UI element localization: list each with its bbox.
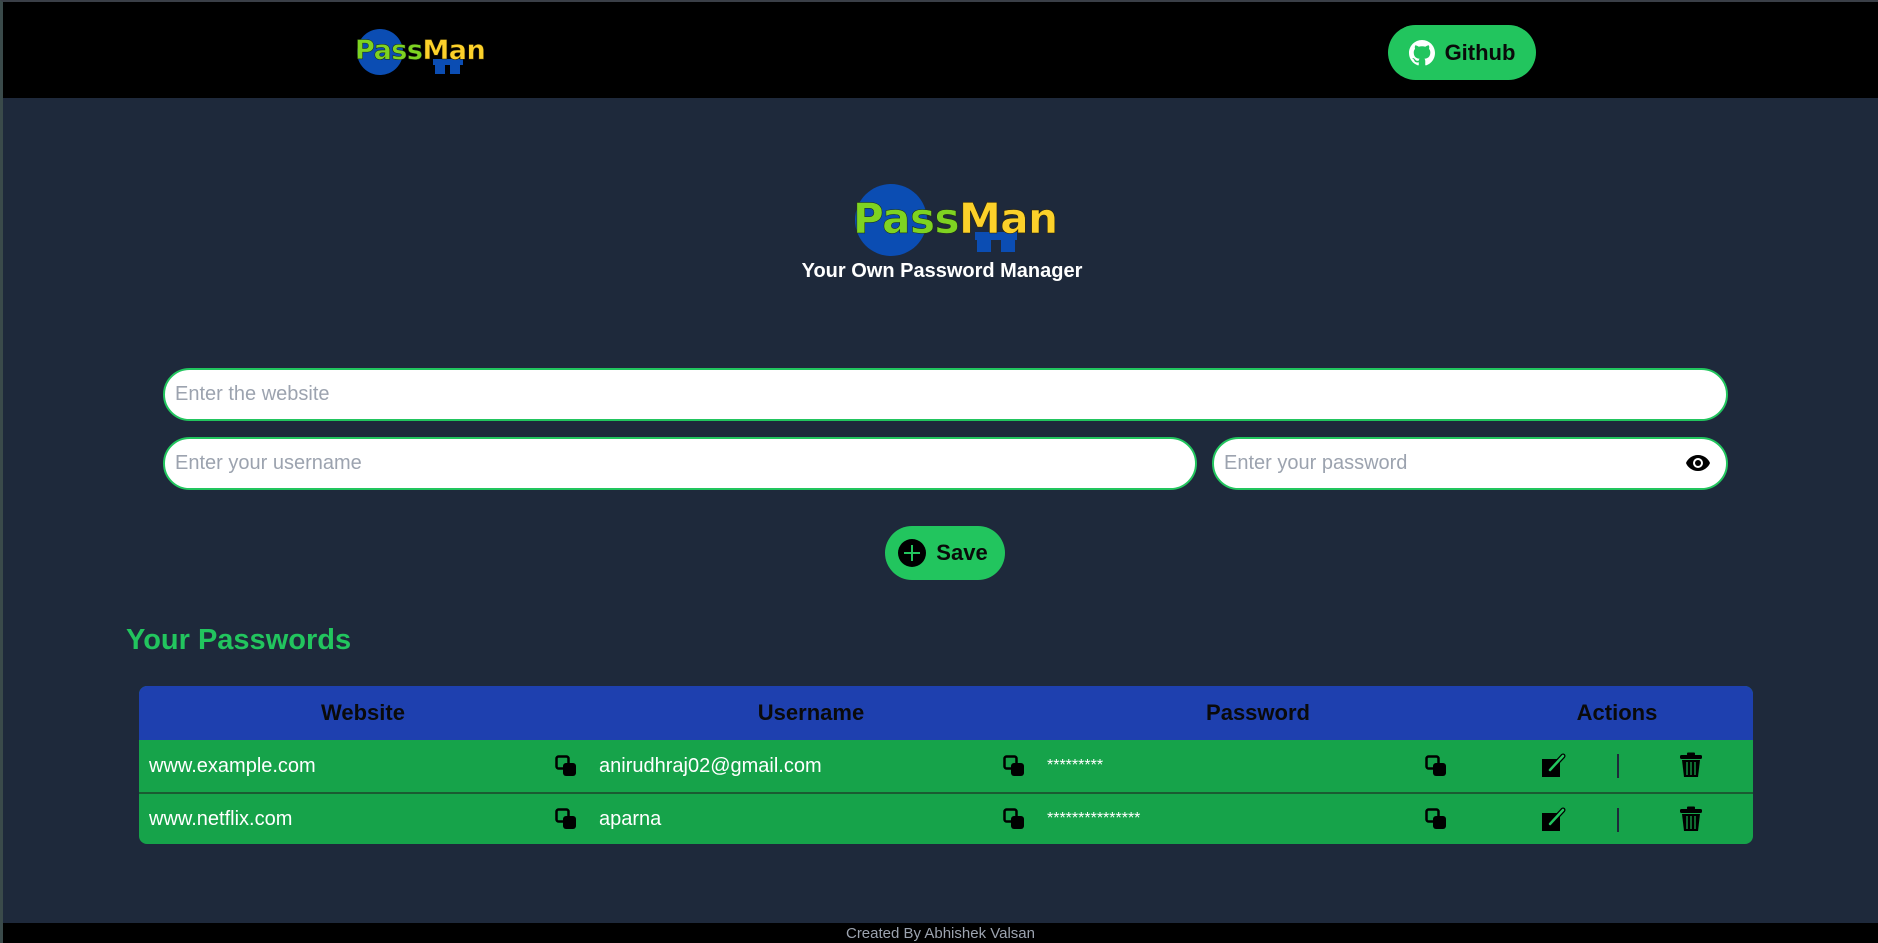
website-cell: www.netflix.com xyxy=(139,794,587,844)
page-subtitle: Your Own Password Manager xyxy=(801,260,1083,282)
copy-icon xyxy=(1425,808,1446,829)
website-cell: www.example.com xyxy=(139,740,587,792)
save-button[interactable]: Save xyxy=(885,526,1005,580)
copy-icon xyxy=(1425,755,1446,776)
actions-cell xyxy=(1481,794,1753,844)
copy-username-button[interactable] xyxy=(1003,755,1025,777)
username-cell: aparna xyxy=(587,794,1035,844)
copy-website-button[interactable] xyxy=(555,808,577,830)
password-cell: ********* xyxy=(1035,740,1481,792)
table-row: www.example.com anirudhraj02@gmail.com *… xyxy=(139,740,1753,792)
show-password-toggle[interactable] xyxy=(1684,451,1712,475)
section-title: Your Passwords xyxy=(126,624,352,656)
logo-text-man: Man xyxy=(959,194,1059,244)
navbar: PassMan Github xyxy=(3,2,1878,98)
plus-circle-icon xyxy=(898,539,927,567)
passwords-table: Website Username Password Actions www.ex… xyxy=(139,686,1753,844)
footer: Created By Abhishek Valsan xyxy=(3,923,1878,943)
copy-icon xyxy=(1003,755,1024,776)
column-header-website: Website xyxy=(321,700,405,725)
password-value: *************** xyxy=(1047,810,1141,827)
username-value: anirudhraj02@gmail.com xyxy=(599,754,822,777)
table-header: Website Username Password Actions xyxy=(139,686,1753,740)
column-header-password: Password xyxy=(1206,700,1310,725)
edit-button[interactable] xyxy=(1541,807,1567,833)
delete-button[interactable] xyxy=(1679,806,1703,832)
edit-icon xyxy=(1542,753,1566,777)
logo-text-pass: Pass xyxy=(355,35,423,67)
username-input[interactable] xyxy=(163,437,1197,490)
copy-website-button[interactable] xyxy=(555,755,577,777)
username-cell: anirudhraj02@gmail.com xyxy=(587,740,1035,792)
copy-password-button[interactable] xyxy=(1425,808,1447,830)
copy-icon xyxy=(555,755,576,776)
github-button[interactable]: Github xyxy=(1388,25,1536,80)
edit-icon xyxy=(1542,807,1566,831)
delete-button[interactable] xyxy=(1679,752,1703,778)
logo-text: PassMan xyxy=(853,194,1059,244)
edit-button[interactable] xyxy=(1541,753,1567,779)
footer-credit: Created By Abhishek Valsan xyxy=(845,925,1035,942)
password-value: ********* xyxy=(1047,757,1104,774)
copy-username-button[interactable] xyxy=(1003,808,1025,830)
logo-text: PassMan xyxy=(355,35,486,67)
eye-icon xyxy=(1686,455,1710,471)
hero-logo: PassMan xyxy=(853,182,1058,257)
table-row: www.netflix.com aparna *************** xyxy=(139,792,1753,844)
column-header-username: Username xyxy=(757,700,865,725)
trash-icon xyxy=(1680,752,1702,777)
table-body: www.example.com anirudhraj02@gmail.com *… xyxy=(139,740,1753,844)
nav-logo[interactable]: PassMan xyxy=(355,28,486,76)
actions-divider xyxy=(1617,808,1619,832)
github-icon xyxy=(1408,39,1435,65)
save-label: Save xyxy=(936,540,988,565)
copy-icon xyxy=(1003,808,1024,829)
actions-cell xyxy=(1481,740,1753,792)
actions-divider xyxy=(1617,754,1619,778)
copy-icon xyxy=(555,808,576,829)
password-cell: *************** xyxy=(1035,794,1481,844)
github-label: Github xyxy=(1444,39,1516,65)
password-field xyxy=(1212,437,1728,490)
copy-password-button[interactable] xyxy=(1425,755,1447,777)
logo-text-pass: Pass xyxy=(853,194,960,244)
password-input[interactable] xyxy=(1212,437,1728,490)
username-value: aparna xyxy=(599,807,662,830)
website-input[interactable] xyxy=(163,368,1728,421)
website-link[interactable]: www.example.com xyxy=(149,755,316,778)
website-link[interactable]: www.netflix.com xyxy=(149,808,292,831)
logo-text-man: Man xyxy=(422,35,486,67)
column-header-actions: Actions xyxy=(1576,700,1658,725)
trash-icon xyxy=(1680,806,1702,831)
